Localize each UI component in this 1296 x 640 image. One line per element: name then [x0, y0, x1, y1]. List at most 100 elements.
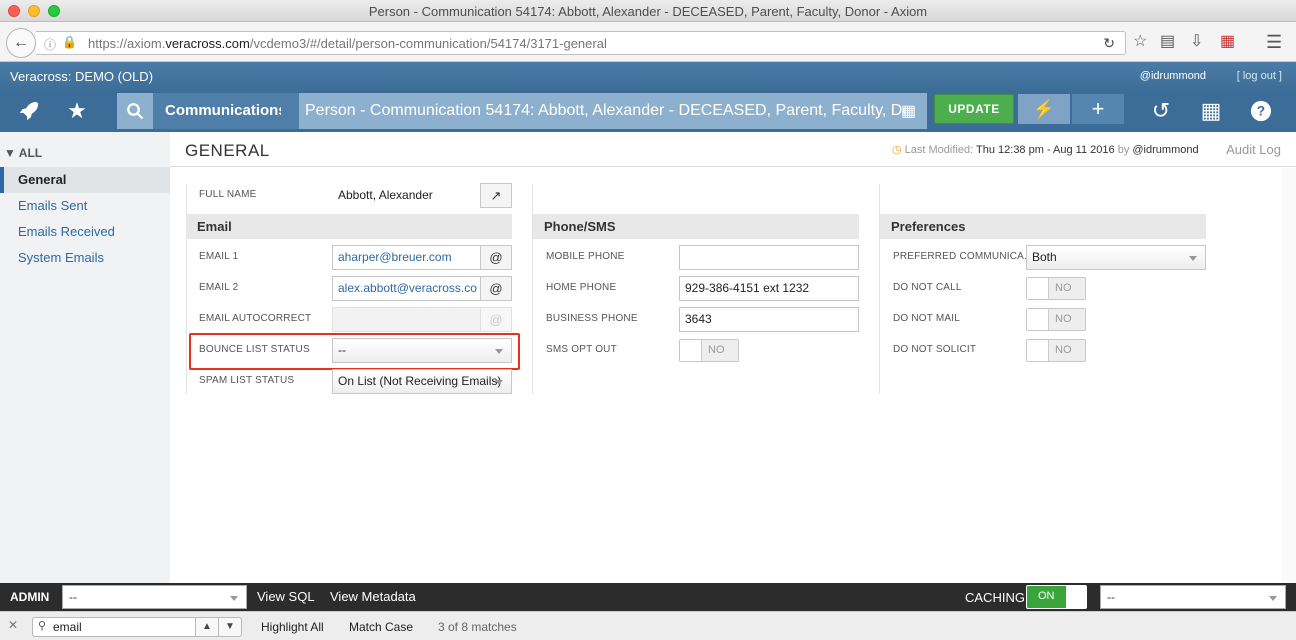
url-bar[interactable]: ⓘ 🔒 https://axiom.veracross.com/vcdemo3/… — [36, 31, 1126, 55]
sms-opt-out-label: SMS OPT OUT — [546, 344, 617, 355]
caret-down-icon: ▼ — [4, 146, 16, 160]
sidebar-all-toggle[interactable]: ▼ ALL — [4, 146, 42, 160]
logout-link[interactable]: [ log out ] — [1237, 70, 1282, 82]
chevron-down-icon — [495, 380, 503, 385]
toggle-knob — [680, 340, 702, 361]
browser-toolbar: ← ⓘ 🔒 https://axiom.veracross.com/vcdemo… — [0, 22, 1296, 62]
url-prefix: https://axiom. — [88, 36, 166, 51]
toggle-knob — [1027, 309, 1049, 330]
sidebar-all-label: ALL — [18, 146, 43, 160]
table-icon[interactable]: ▦ — [901, 101, 916, 121]
do-not-mail-toggle[interactable]: NO — [1026, 308, 1086, 331]
download-icon[interactable]: ⇩ — [1190, 32, 1203, 52]
do-not-solicit-label: DO NOT SOLICIT — [893, 344, 977, 355]
admin-select[interactable]: -- — [62, 585, 247, 609]
external-link-icon[interactable]: ↗ — [480, 183, 512, 208]
spam-list-status-label: SPAM LIST STATUS — [199, 375, 295, 386]
sms-opt-out-toggle[interactable]: NO — [679, 339, 739, 362]
spam-list-status-select[interactable]: On List (Not Receiving Emails) — [332, 369, 512, 394]
admin-select-value: -- — [69, 590, 77, 604]
chevron-down-icon — [1189, 256, 1197, 261]
admin-label: ADMIN — [10, 590, 50, 604]
toggle-knob — [1066, 586, 1086, 608]
match-case-option[interactable]: Match Case — [349, 620, 413, 634]
clock-icon: ◷ — [892, 144, 902, 156]
find-input[interactable]: email — [32, 617, 196, 637]
svg-text:?: ? — [1257, 104, 1265, 119]
preferences-section-heading: Preferences — [880, 214, 1206, 239]
breadcrumb-communications[interactable]: Communications — [153, 93, 299, 129]
view-sql-link[interactable]: View SQL — [257, 589, 315, 604]
home-phone-field[interactable]: 929-386-4151 ext 1232 — [679, 276, 859, 301]
app-header: Veracross: DEMO (OLD) @idrummond [ log o… — [0, 62, 1296, 132]
extension-icon[interactable]: ▦ — [1220, 32, 1235, 52]
caching-select[interactable]: -- — [1100, 585, 1286, 609]
do-not-call-toggle[interactable]: NO — [1026, 277, 1086, 300]
highlight-box — [189, 333, 520, 370]
toggle-knob — [1027, 340, 1049, 361]
email1-field[interactable]: aharper@breuer.com — [332, 245, 481, 270]
audit-log-link[interactable]: Audit Log — [1226, 142, 1281, 157]
close-icon[interactable]: ✕ — [8, 618, 18, 632]
caching-toggle[interactable]: ON — [1026, 585, 1087, 609]
scrollbar[interactable] — [1282, 168, 1296, 583]
bookmark-star-icon[interactable]: ☆ — [1133, 32, 1147, 52]
find-bar: ✕ email ⚲ ▲ ▼ Highlight All Match Case 3… — [0, 611, 1296, 640]
toggle-label: NO — [1055, 344, 1072, 356]
update-button[interactable]: UPDATE — [934, 94, 1014, 124]
last-modified: ◷ Last Modified: Thu 12:38 pm - Aug 11 2… — [892, 143, 1199, 156]
last-modified-value: Thu 12:38 pm - Aug 11 2016 — [976, 144, 1115, 156]
mobile-phone-label: MOBILE PHONE — [546, 251, 625, 262]
sidebar-item-emails-received[interactable]: Emails Received — [0, 219, 170, 245]
email-section-heading: Email — [186, 214, 512, 239]
reload-icon[interactable]: ↻ — [1103, 35, 1115, 52]
do-not-call-label: DO NOT CALL — [893, 282, 962, 293]
window-title: Person - Communication 54174: Abbott, Al… — [368, 4, 928, 19]
app-name: Veracross: DEMO (OLD) — [10, 69, 154, 84]
star-icon[interactable]: ★ — [48, 90, 106, 132]
app-nav: ★ Communications Person - Communication … — [0, 90, 1296, 132]
email2-at-button[interactable]: @ — [480, 276, 512, 301]
highlight-all-option[interactable]: Highlight All — [261, 620, 324, 634]
back-button[interactable]: ← — [6, 28, 36, 58]
toggle-knob — [1027, 278, 1049, 299]
preferred-communication-label: PREFERRED COMMUNICA... — [893, 251, 1033, 262]
lightning-icon[interactable]: ⚡ — [1018, 94, 1070, 124]
email1-label: EMAIL 1 — [199, 251, 239, 262]
sidebar: ▼ ALL General Emails Sent Emails Receive… — [0, 132, 170, 583]
user-name: @idrummond — [1139, 70, 1206, 82]
business-phone-field[interactable]: 3643 — [679, 307, 859, 332]
last-modified-label: Last Modified: — [904, 144, 974, 156]
menu-icon[interactable]: ☰ — [1266, 32, 1282, 52]
preferred-communication-select[interactable]: Both — [1026, 245, 1206, 270]
help-icon[interactable]: ? — [1232, 90, 1290, 132]
spam-list-status-value: On List (Not Receiving Emails) — [338, 374, 502, 388]
add-button[interactable]: + — [1072, 94, 1124, 124]
by-label: by — [1117, 144, 1130, 156]
sidebar-item-emails-sent[interactable]: Emails Sent — [0, 193, 170, 219]
main-header: GENERAL ◷ Last Modified: Thu 12:38 pm - … — [170, 132, 1296, 167]
mobile-phone-field[interactable] — [679, 245, 859, 270]
sidebar-item-general[interactable]: General — [0, 167, 170, 193]
find-previous-button[interactable]: ▲ — [195, 617, 219, 637]
last-modified-user: @idrummond — [1132, 144, 1199, 156]
reading-list-icon[interactable]: ▤ — [1160, 32, 1175, 52]
email2-field[interactable]: alex.abbott@veracross.co — [332, 276, 481, 301]
phone-section-heading: Phone/SMS — [533, 214, 859, 239]
view-metadata-link[interactable]: View Metadata — [330, 589, 416, 604]
full-name-label: FULL NAME — [199, 189, 257, 200]
search-icon: ⚲ — [38, 620, 47, 632]
do-not-solicit-toggle[interactable]: NO — [1026, 339, 1086, 362]
app-topline: Veracross: DEMO (OLD) @idrummond [ log o… — [0, 62, 1296, 90]
url-text[interactable]: https://axiom.veracross.com/vcdemo3/#/de… — [88, 36, 607, 51]
search-icon[interactable] — [117, 93, 153, 129]
home-phone-label: HOME PHONE — [546, 282, 617, 293]
breadcrumb-separator — [281, 93, 291, 129]
toggle-label: NO — [708, 344, 725, 356]
business-phone-label: BUSINESS PHONE — [546, 313, 638, 324]
sidebar-item-system-emails[interactable]: System Emails — [0, 245, 170, 271]
caching-toggle-label: ON — [1038, 590, 1055, 602]
email1-at-button[interactable]: @ — [480, 245, 512, 270]
find-next-button[interactable]: ▼ — [218, 617, 242, 637]
info-icon[interactable]: ⓘ — [44, 36, 56, 53]
